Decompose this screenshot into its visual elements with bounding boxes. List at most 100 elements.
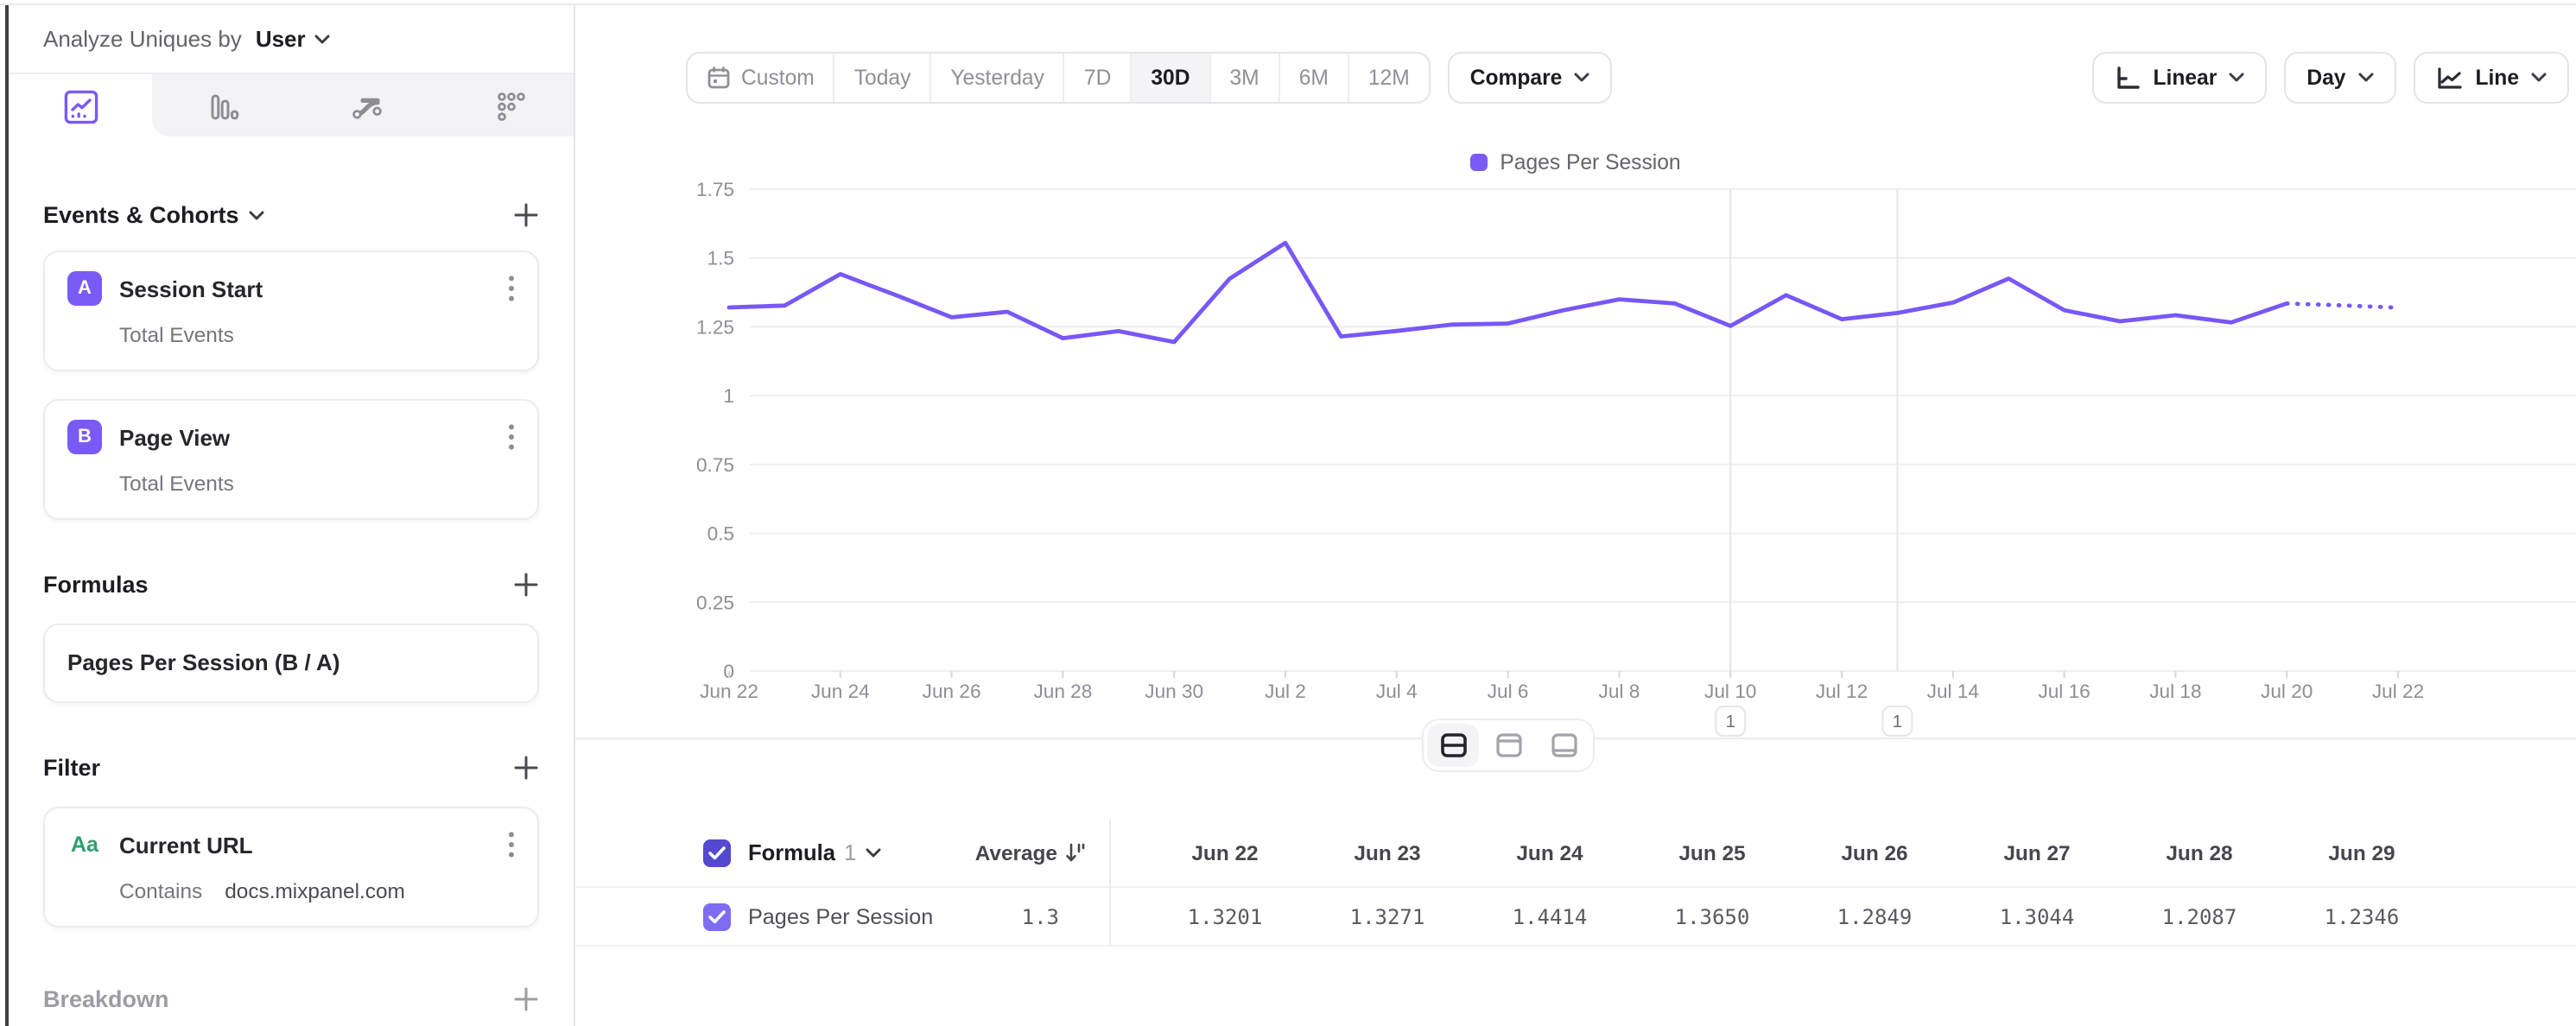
tab-retention[interactable] xyxy=(439,74,582,138)
x-tick-label: Jul 18 xyxy=(2149,681,2201,702)
string-property-icon: Aa xyxy=(67,827,102,862)
tab-insights[interactable] xyxy=(9,74,152,138)
event-options-button[interactable] xyxy=(508,423,515,451)
select-all-checkbox[interactable] xyxy=(703,839,731,866)
x-tick-label: Jun 26 xyxy=(923,681,981,702)
column-header-jun-27[interactable]: Jun 27 xyxy=(1956,840,2118,864)
x-tick-label: Jul 20 xyxy=(2261,681,2313,702)
formula-group-dropdown[interactable]: Formula 1 xyxy=(748,839,880,865)
range-yesterday[interactable]: Yesterday xyxy=(931,54,1065,102)
column-header-jun-24[interactable]: Jun 24 xyxy=(1469,840,1631,864)
event-options-button[interactable] xyxy=(508,275,515,302)
events-section-title[interactable]: Events & Cohorts xyxy=(43,202,265,228)
x-tick-label: Jun 30 xyxy=(1145,681,1203,702)
filter-value[interactable]: docs.mixpanel.com xyxy=(225,879,405,903)
cell-value: 1.3650 xyxy=(1631,904,1793,928)
interval-button[interactable]: Day xyxy=(2284,52,2395,104)
x-tick-label: Jun 24 xyxy=(811,681,870,702)
add-breakdown-button[interactable] xyxy=(513,986,539,1012)
y-tick-label: 0.5 xyxy=(707,523,734,545)
kebab-menu-icon xyxy=(508,275,515,302)
column-header-jun-28[interactable]: Jun 28 xyxy=(2118,840,2281,864)
cell-value: 1.2849 xyxy=(1793,904,1956,928)
range-12m[interactable]: 12M xyxy=(1349,54,1429,102)
range-today[interactable]: Today xyxy=(835,54,932,102)
chart-type-button[interactable]: Line xyxy=(2413,52,2569,104)
kebab-menu-icon xyxy=(508,423,515,451)
tab-bar-chart[interactable] xyxy=(152,74,295,138)
column-header-jun-26[interactable]: Jun 26 xyxy=(1793,840,1956,864)
average-sort-control[interactable]: Average xyxy=(975,840,1087,864)
filter-section-title: Filter xyxy=(43,755,100,781)
layout-split-button[interactable] xyxy=(1427,724,1479,767)
row-checkbox[interactable] xyxy=(703,902,731,930)
annotation-count: 1 xyxy=(1725,712,1735,732)
add-event-button[interactable] xyxy=(513,202,539,228)
report-main-area: Custom Today Yesterday 7D 30D 3M 6M 12M … xyxy=(575,5,2576,1026)
layout-table-only-button[interactable] xyxy=(1538,724,1589,767)
range-6m[interactable]: 6M xyxy=(1280,54,1349,102)
average-value: 1.3 xyxy=(1022,904,1087,928)
legend-label[interactable]: Pages Per Session xyxy=(1500,150,1680,174)
column-header-jun-23[interactable]: Jun 23 xyxy=(1306,840,1469,864)
event-badge-a: A xyxy=(67,271,102,306)
analyze-value-dropdown[interactable]: User xyxy=(256,26,306,52)
x-tick-label: Jul 8 xyxy=(1599,681,1640,702)
chevron-down-icon xyxy=(250,210,265,220)
cell-value: 1.4414 xyxy=(1469,904,1631,928)
bar-chart-icon xyxy=(206,89,241,124)
range-7d[interactable]: 7D xyxy=(1065,54,1132,102)
add-filter-button[interactable] xyxy=(513,755,539,781)
chevron-down-icon xyxy=(2357,73,2373,83)
query-builder-sidebar: Analyze Uniques by User xyxy=(9,5,574,1026)
check-icon xyxy=(708,909,726,923)
column-header-jun-22[interactable]: Jun 22 xyxy=(1144,840,1306,864)
formulas-section-title: Formulas xyxy=(43,572,149,598)
x-tick-label: Jul 14 xyxy=(1927,681,1979,702)
line-chart-icon xyxy=(2435,65,2463,91)
annotation-count: 1 xyxy=(1893,712,1902,732)
formulas-section-header: Formulas xyxy=(43,572,539,598)
filter-card-current-url[interactable]: Aa Current URL Contains docs.mixpanel.co… xyxy=(43,807,539,928)
event-aggregation[interactable]: Total Events xyxy=(119,323,234,347)
chart-toolbar: Custom Today Yesterday 7D 30D 3M 6M 12M … xyxy=(686,52,2569,104)
y-tick-label: 0.25 xyxy=(696,592,734,613)
event-aggregation[interactable]: Total Events xyxy=(119,472,234,496)
table-header-row: Formula 1 Average Jun 22Jun 23Jun 24Jun … xyxy=(575,819,2576,888)
legend-swatch xyxy=(1470,154,1488,171)
chevron-down-icon xyxy=(314,34,330,44)
x-tick-label: Jul 16 xyxy=(2038,681,2090,702)
plus-icon xyxy=(513,572,539,598)
layout-chart-only-button[interactable] xyxy=(1482,724,1534,767)
y-tick-label: 1.75 xyxy=(696,179,734,200)
layout-bottom-bar-icon xyxy=(1549,731,1578,760)
column-header-jun-29[interactable]: Jun 29 xyxy=(2281,840,2443,864)
chevron-down-icon xyxy=(865,847,880,858)
column-header-jun-25[interactable]: Jun 25 xyxy=(1631,840,1793,864)
table-data-row[interactable]: Pages Per Session 1.3 1.32011.32711.4414… xyxy=(575,888,2576,947)
results-table: Formula 1 Average Jun 22Jun 23Jun 24Jun … xyxy=(575,819,2576,947)
event-badge-b: B xyxy=(67,420,102,454)
cell-value: 1.2087 xyxy=(2118,904,2281,928)
formula-card[interactable]: Pages Per Session (B / A) xyxy=(43,624,539,703)
event-card-session-start[interactable]: A Session Start Total Events xyxy=(43,250,539,371)
range-custom[interactable]: Custom xyxy=(688,54,835,102)
x-tick-label: Jul 6 xyxy=(1488,681,1529,702)
range-30d-active[interactable]: 30D xyxy=(1132,54,1210,102)
y-scale-button[interactable]: Linear xyxy=(2093,52,2268,104)
x-tick-label: Jul 12 xyxy=(1816,681,1868,702)
x-tick-label: Jul 22 xyxy=(2372,681,2424,702)
range-3m[interactable]: 3M xyxy=(1211,54,1280,102)
add-formula-button[interactable] xyxy=(513,572,539,598)
x-tick-label: Jul 10 xyxy=(1704,681,1756,702)
y-tick-label: 1 xyxy=(723,385,734,407)
layout-toggle-group xyxy=(1422,719,1595,772)
filter-options-button[interactable] xyxy=(508,831,515,858)
compare-button[interactable]: Compare xyxy=(1448,52,1613,104)
event-title: Session Start xyxy=(119,276,263,301)
sort-icon xyxy=(1064,841,1087,864)
tab-flow[interactable] xyxy=(295,74,439,138)
cell-value: 1.3271 xyxy=(1306,904,1469,928)
filter-operator[interactable]: Contains xyxy=(119,879,202,903)
event-card-page-view[interactable]: B Page View Total Events xyxy=(43,399,539,520)
